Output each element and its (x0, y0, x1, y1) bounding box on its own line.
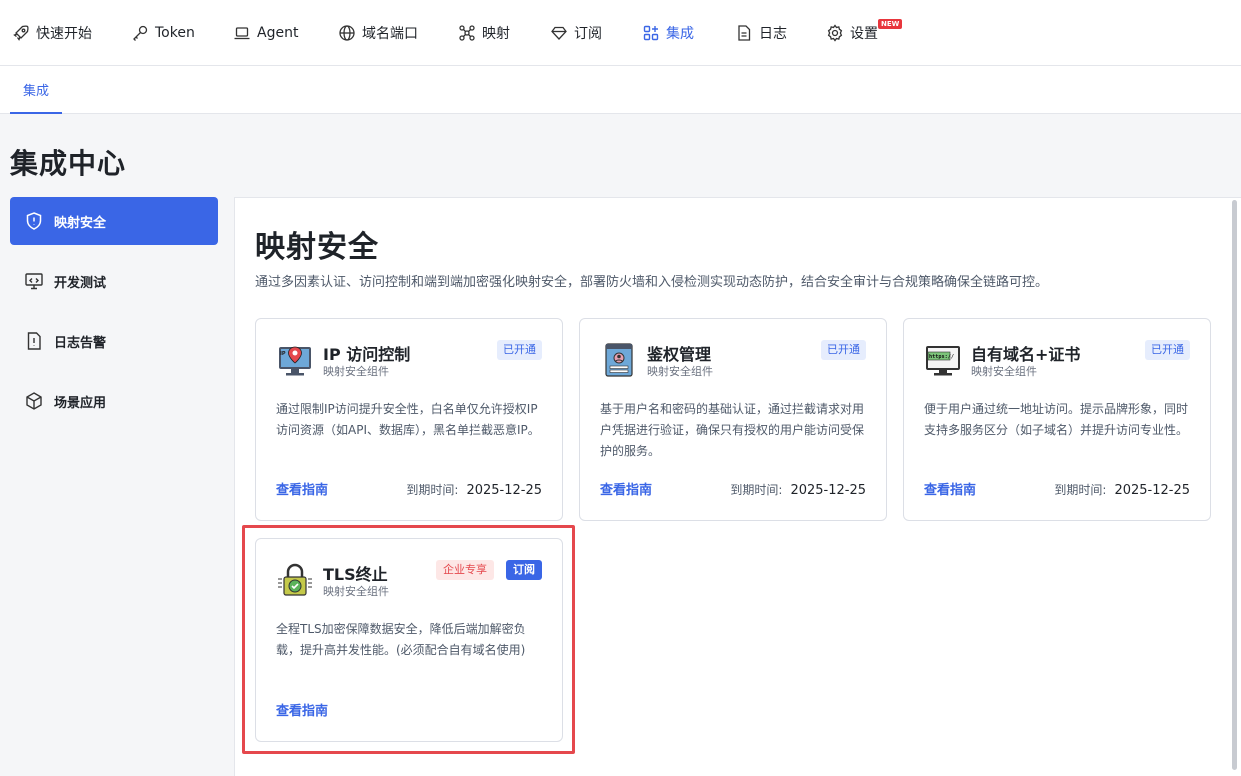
apps-icon (642, 24, 660, 42)
expiry-label: 到期时间: (730, 483, 783, 497)
sidebar-item-label: 场景应用 (54, 395, 107, 411)
view-guide-link[interactable]: 查看指南 (276, 479, 328, 498)
sidebar-item-scenarios[interactable]: 场景应用 (10, 377, 218, 425)
document-icon (735, 24, 753, 42)
expiry-date: 2025-12-25 (1114, 483, 1190, 498)
expiry-date: 2025-12-25 (790, 483, 866, 498)
nav-label: 快速开始 (36, 26, 92, 42)
key-icon (131, 24, 149, 42)
expiry-label: 到期时间: (1054, 483, 1107, 497)
nav-item-mapping[interactable]: 映射 (458, 21, 510, 45)
section-title: 映射安全 (255, 230, 379, 265)
view-guide-link[interactable]: 查看指南 (276, 700, 328, 719)
card-subtitle: 映射安全组件 (323, 585, 389, 598)
nav-label: 映射 (482, 26, 510, 42)
nav-label: Token (155, 25, 195, 41)
page-title: 集成中心 (10, 147, 127, 180)
nav-item-logs[interactable]: 日志 (735, 21, 787, 45)
diamond-icon (550, 24, 568, 42)
content-panel: 映射安全 通过多因素认证、访问控制和端到端加密强化映射安全，部署防火墙和入侵检测… (234, 197, 1241, 776)
card-description: 通过限制IP访问提升安全性，白名单仅允许授权IP访问资源（如API、数据库），黑… (276, 402, 540, 437)
integration-card-domain-cert: https:// 自有域名+证书 映射安全组件 已开通 便于用户通过统一地址访问… (903, 318, 1211, 521)
rocket-icon (12, 24, 30, 42)
nav-item-agent[interactable]: Agent (233, 21, 298, 45)
cube-icon (24, 391, 44, 411)
top-navigation: 快速开始 Token Agent 域名端口 映射 订阅 集成 日志 设置 NEW (0, 0, 1241, 66)
card-title: 自有域名+证书 (971, 345, 1081, 364)
status-badge: 已开通 (497, 340, 542, 360)
integration-card-ip-access: IP IP 访问控制 映射安全组件 已开通 通过限制IP访问提升安全性，白名单仅… (255, 318, 563, 521)
nav-label: 设置 (850, 26, 878, 42)
https-text: https:// (929, 354, 954, 360)
nav-label: 日志 (759, 26, 787, 42)
sidebar-item-log-alert[interactable]: 日志告警 (10, 317, 218, 365)
expiry-info: 到期时间: 2025-12-25 (730, 481, 866, 498)
view-guide-link[interactable]: 查看指南 (600, 479, 652, 498)
ip-monitor-icon: IP (276, 341, 314, 379)
globe-icon (338, 24, 356, 42)
https-monitor-icon: https:// (924, 341, 962, 379)
nav-label: Agent (257, 25, 299, 41)
expiry-info: 到期时间: 2025-12-25 (406, 481, 542, 498)
nav-item-subscription[interactable]: 订阅 (550, 21, 602, 45)
nav-label: 域名端口 (362, 26, 418, 42)
nav-item-quickstart[interactable]: 快速开始 (12, 21, 92, 45)
gear-icon (826, 24, 844, 42)
enterprise-badge: 企业专享 (436, 560, 494, 580)
card-subtitle: 映射安全组件 (323, 365, 389, 378)
status-badge: 已开通 (821, 340, 866, 360)
card-title: 鉴权管理 (647, 345, 712, 364)
alert-doc-icon (24, 331, 44, 351)
card-description: 全程TLS加密保障数据安全，降低后端加解密负载，提升高并发性能。(必须配合自有域… (276, 622, 526, 657)
integration-card-tls: TLS终止 映射安全组件 企业专享 订阅 全程TLS加密保障数据安全，降低后端加… (255, 538, 563, 742)
tls-lock-icon (276, 561, 314, 599)
svg-text:IP: IP (280, 351, 286, 357)
nav-item-integration[interactable]: 集成 (642, 21, 694, 45)
scrollbar[interactable] (1232, 200, 1237, 770)
status-badge: 已开通 (1145, 340, 1190, 360)
nav-item-token[interactable]: Token (131, 21, 195, 45)
expiry-info: 到期时间: 2025-12-25 (1054, 481, 1190, 498)
monitor-code-icon (24, 271, 44, 291)
network-icon (458, 24, 476, 42)
nav-item-domain-port[interactable]: 域名端口 (338, 21, 418, 45)
card-title: IP 访问控制 (323, 345, 411, 364)
card-description: 便于用户通过统一地址访问。提示品牌形象，同时支持多服务区分（如子域名）并提升访问… (924, 402, 1189, 437)
subtab-bar: 集成 (0, 66, 1241, 114)
shield-icon (24, 211, 44, 231)
nav-label: 订阅 (574, 26, 602, 42)
new-badge: NEW (878, 19, 903, 29)
card-title: TLS终止 (323, 565, 388, 584)
sidebar-item-label: 映射安全 (54, 215, 107, 231)
laptop-icon (233, 24, 251, 42)
expiry-date: 2025-12-25 (466, 483, 542, 498)
expiry-label: 到期时间: (406, 483, 459, 497)
card-subtitle: 映射安全组件 (647, 365, 713, 378)
integration-card-auth: 鉴权管理 映射安全组件 已开通 基于用户名和密码的基础认证，通过拦截请求对用户凭… (579, 318, 887, 521)
sidebar-item-label: 开发测试 (54, 275, 107, 291)
card-subtitle: 映射安全组件 (971, 365, 1037, 378)
nav-label: 集成 (666, 26, 694, 42)
sidebar-item-mapping-security[interactable]: 映射安全 (10, 197, 218, 245)
subscribe-button[interactable]: 订阅 (506, 560, 542, 580)
card-description: 基于用户名和密码的基础认证，通过拦截请求对用户凭据进行验证，确保只有授权的用户能… (600, 402, 865, 458)
view-guide-link[interactable]: 查看指南 (924, 479, 976, 498)
sidebar-item-label: 日志告警 (54, 335, 107, 351)
nav-item-settings[interactable]: 设置 NEW (826, 19, 903, 45)
section-description: 通过多因素认证、访问控制和端到端加密强化映射安全，部署防火墙和入侵检测实现动态防… (255, 275, 1049, 290)
sidebar-item-dev-test[interactable]: 开发测试 (10, 257, 218, 305)
tab-integration[interactable]: 集成 (10, 66, 62, 114)
auth-card-icon (600, 341, 638, 379)
